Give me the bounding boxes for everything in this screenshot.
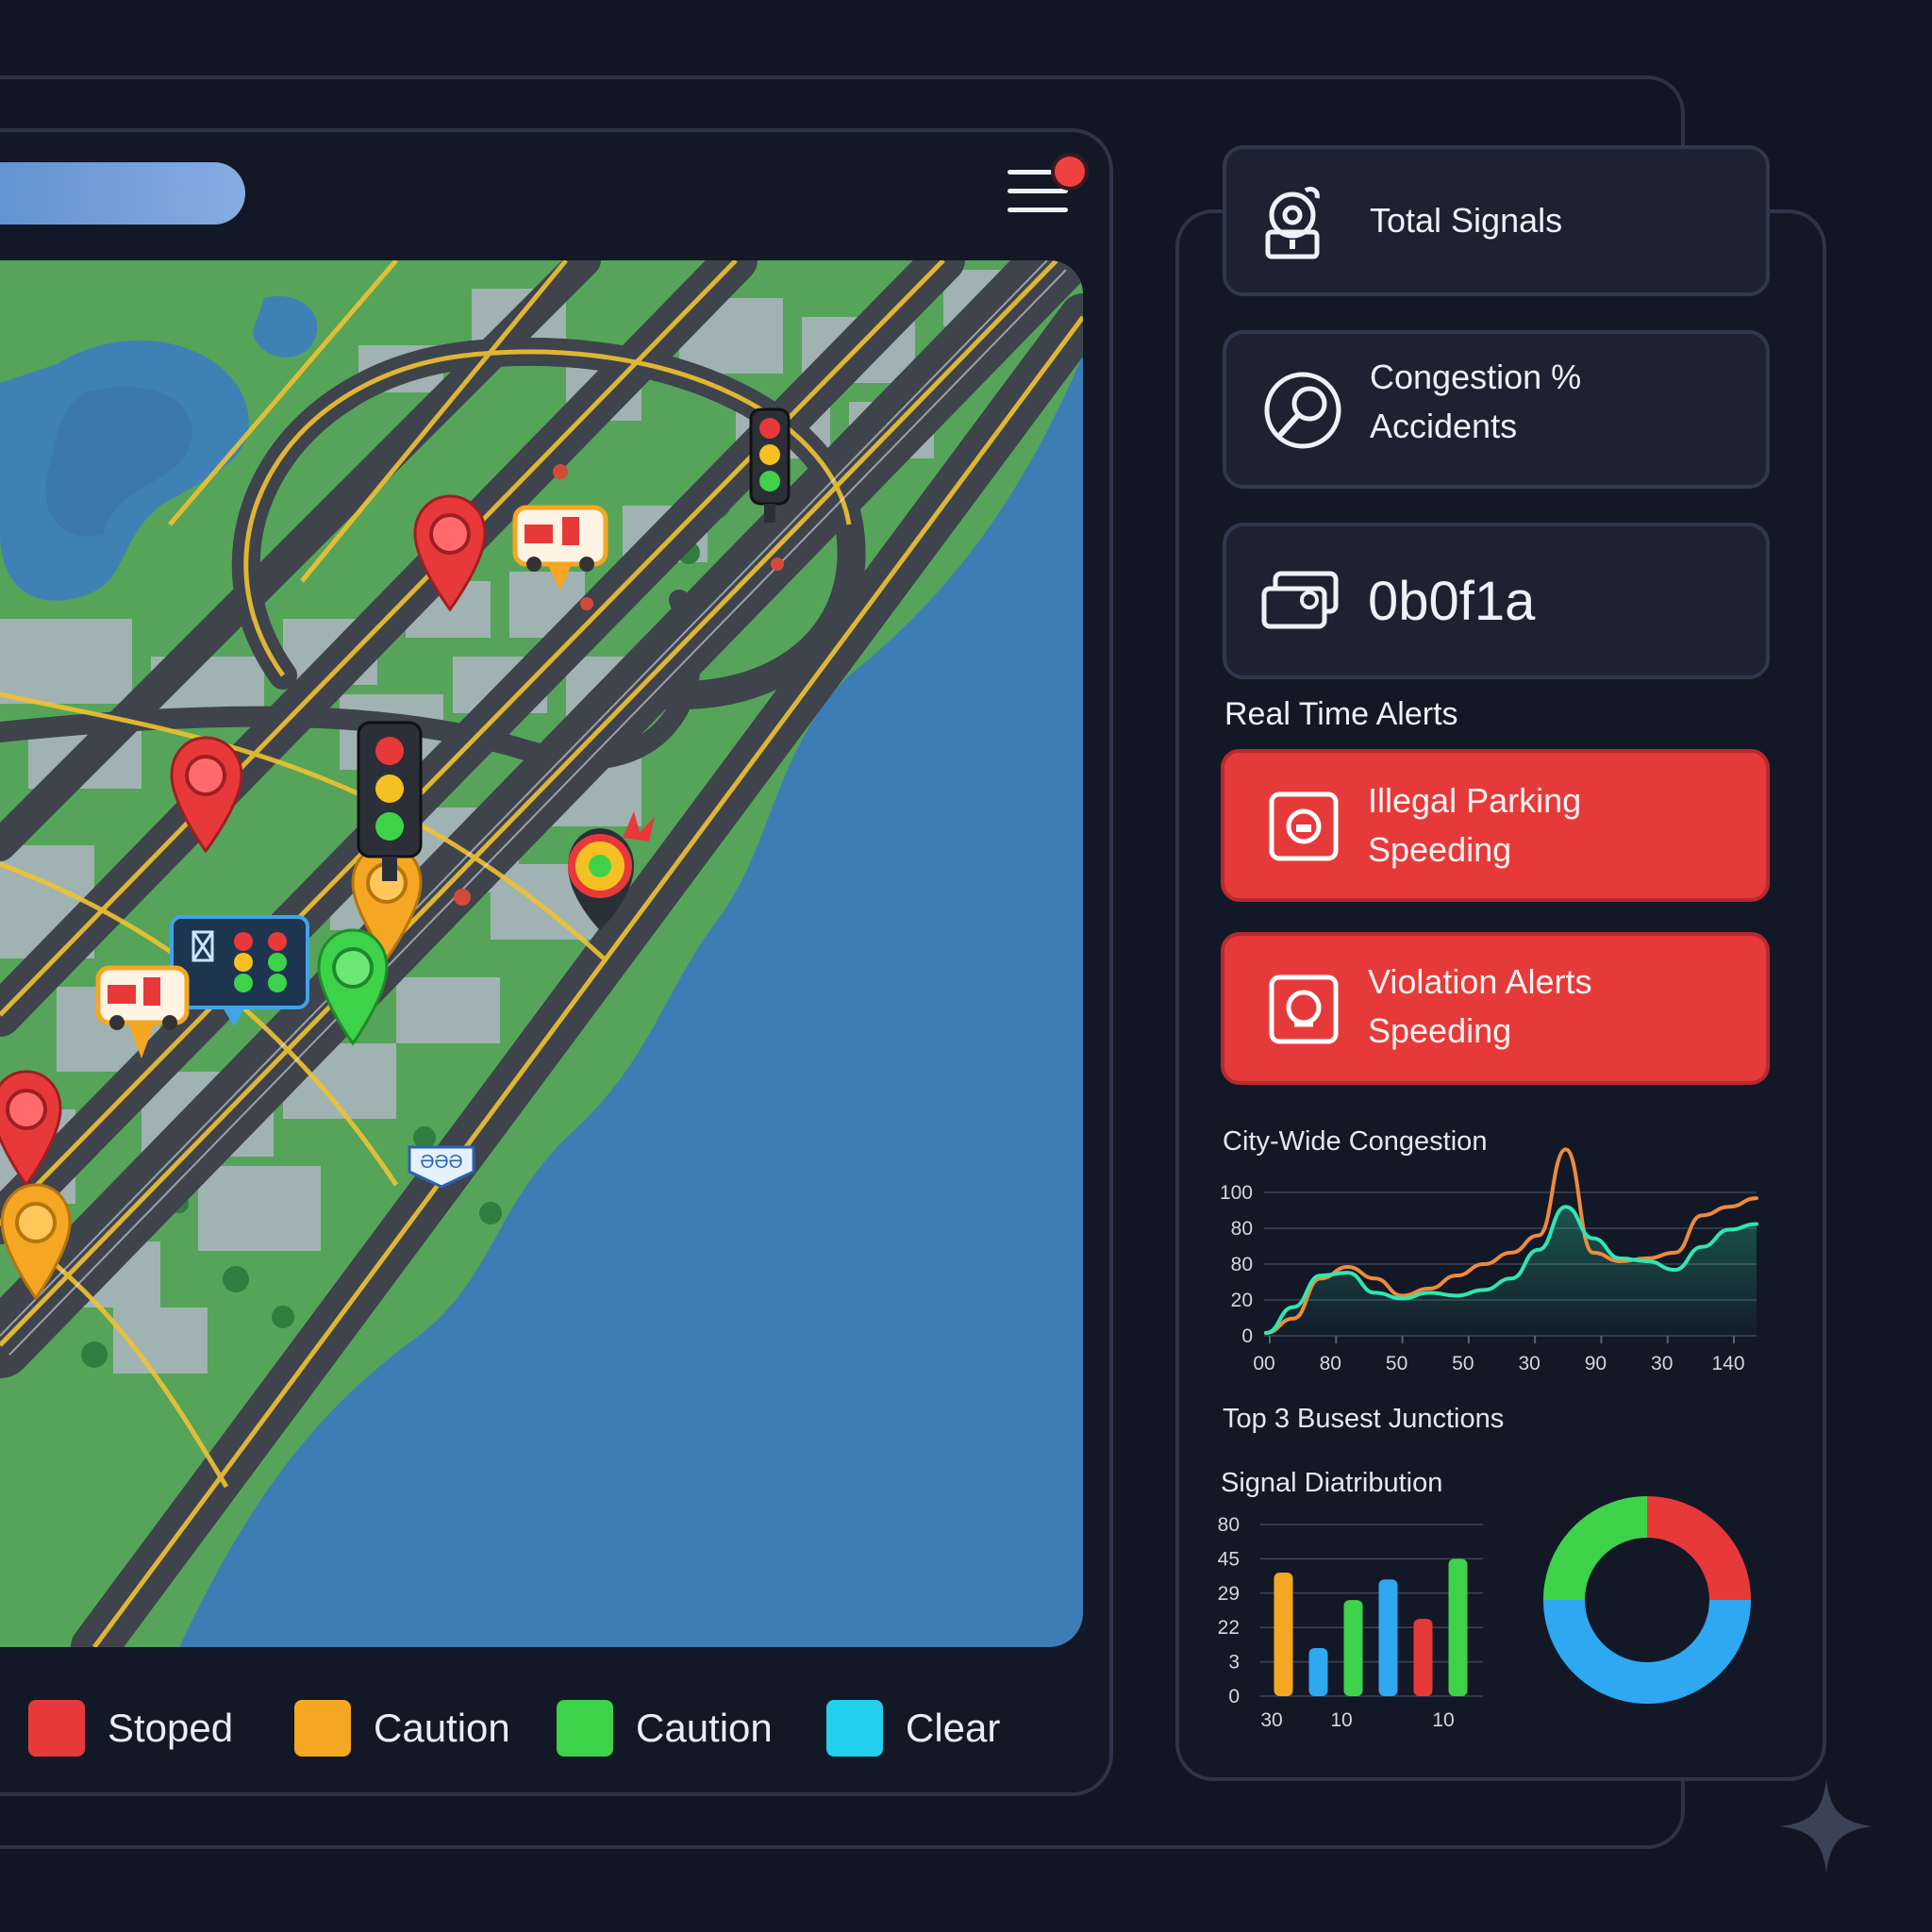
menu-line xyxy=(1008,208,1068,212)
legend-item-caution[interactable]: Caution xyxy=(294,1694,510,1762)
congestion-chart-title: City-Wide Congestion xyxy=(1223,1126,1488,1157)
legend-label: Caution xyxy=(374,1706,510,1750)
donut-slice-1[interactable] xyxy=(1543,1599,1751,1704)
y-tick-label: 0 xyxy=(1241,1325,1253,1347)
x-tick-label: 10 xyxy=(1330,1709,1352,1731)
legend-swatch xyxy=(557,1700,613,1757)
legend-label: Caution xyxy=(636,1706,773,1750)
y-tick-label: 80 xyxy=(1231,1218,1253,1240)
donut-slice-2[interactable] xyxy=(1543,1496,1648,1601)
total-signals-label: Total Signals xyxy=(1370,201,1563,240)
y-tick-label: 100 xyxy=(1220,1182,1253,1204)
signal-distribution-title: Signal Diatribution xyxy=(1221,1468,1443,1498)
legend-label: Clear xyxy=(906,1706,1001,1750)
legend-swatch xyxy=(294,1700,351,1757)
congestion-gauge-icon xyxy=(1264,372,1341,449)
alert-subtitle: Speeding xyxy=(1368,830,1512,869)
bar-5[interactable] xyxy=(1448,1558,1468,1696)
real-time-alerts-title: Real Time Alerts xyxy=(1224,696,1458,732)
traffic-light-marker[interactable] xyxy=(357,721,423,881)
legend-item-clear[interactable]: Clear xyxy=(826,1694,1000,1762)
y-tick-label: 3 xyxy=(1228,1652,1240,1674)
bar-0[interactable] xyxy=(1274,1572,1293,1696)
x-tick-label: 30 xyxy=(1518,1353,1540,1374)
y-tick-label: 22 xyxy=(1218,1617,1240,1639)
total-signals-card[interactable]: Total Signals xyxy=(1223,145,1770,296)
alert-illegal-parking[interactable]: Illegal Parking Speeding xyxy=(1221,749,1770,902)
traffic-map[interactable]: ƏƏƏ xyxy=(0,260,1083,1647)
y-tick-label: 45 xyxy=(1218,1548,1240,1570)
parking-alert-icon xyxy=(1269,791,1339,861)
alert-title: Illegal Parking xyxy=(1368,781,1582,820)
alert-subtitle: Speeding xyxy=(1368,1011,1512,1050)
y-tick-label: 29 xyxy=(1218,1583,1240,1605)
notification-dot xyxy=(1055,157,1085,187)
busiest-junctions-title: Top 3 Busest Junctions xyxy=(1223,1404,1505,1434)
signal-distribution-donut[interactable] xyxy=(1538,1492,1764,1719)
congestion-label: Congestion % xyxy=(1370,358,1582,396)
x-tick-label: 140 xyxy=(1711,1353,1744,1374)
map-tag-text: ƏƏƏ xyxy=(420,1152,462,1173)
legend-swatch xyxy=(28,1700,85,1757)
congestion-card[interactable]: Congestion % Accidents xyxy=(1223,330,1770,489)
signal-distribution-bar-chart[interactable]: 804529223030 10 10 xyxy=(1217,1507,1491,1734)
x-tick-label: 50 xyxy=(1452,1353,1474,1374)
x-tick-label: 30 xyxy=(1651,1353,1673,1374)
value-card[interactable]: 0b0f1a xyxy=(1223,523,1770,679)
legend-item-stopped[interactable]: Stoped xyxy=(28,1694,233,1762)
y-tick-label: 0 xyxy=(1228,1686,1240,1707)
bar-4[interactable] xyxy=(1413,1619,1433,1696)
value-label: 0b0f1a xyxy=(1368,571,1536,632)
alert-violation[interactable]: Violation Alerts Speeding xyxy=(1221,932,1770,1085)
accidents-label: Accidents xyxy=(1370,407,1518,445)
x-tick-label: 90 xyxy=(1585,1353,1607,1374)
x-tick-label: 30 xyxy=(1260,1709,1282,1731)
bar-2[interactable] xyxy=(1343,1600,1363,1696)
violation-alert-icon xyxy=(1269,974,1339,1044)
legend-label: Stoped xyxy=(108,1706,234,1750)
traffic-signal-icon xyxy=(1265,186,1320,259)
y-tick-label: 80 xyxy=(1218,1514,1240,1536)
bar-1[interactable] xyxy=(1308,1648,1328,1696)
congestion-chart[interactable]: 100 80 80 20 000 80 50 50 30 90 30 140 xyxy=(1217,1147,1764,1379)
x-tick-label: 80 xyxy=(1320,1353,1341,1374)
y-tick-label: 20 xyxy=(1231,1290,1253,1311)
legend-item-caution-green[interactable]: Caution xyxy=(557,1694,773,1762)
x-tick-label: 10 xyxy=(1432,1709,1454,1731)
donut-slice-0[interactable] xyxy=(1646,1496,1751,1601)
x-tick-label: 50 xyxy=(1386,1353,1407,1374)
y-tick-label: 80 xyxy=(1231,1254,1253,1275)
alert-title: Violation Alerts xyxy=(1368,962,1592,1001)
cash-icon xyxy=(1261,571,1339,629)
x-tick-label: 00 xyxy=(1253,1353,1274,1374)
menu-line xyxy=(1008,189,1068,193)
map-canvas[interactable]: ƏƏƏ xyxy=(0,260,1083,1647)
sparkle-icon xyxy=(1779,1779,1874,1874)
legend-swatch xyxy=(826,1700,883,1757)
bar-3[interactable] xyxy=(1378,1579,1398,1696)
search-bar[interactable] xyxy=(0,162,245,225)
series-area xyxy=(1266,1207,1757,1336)
